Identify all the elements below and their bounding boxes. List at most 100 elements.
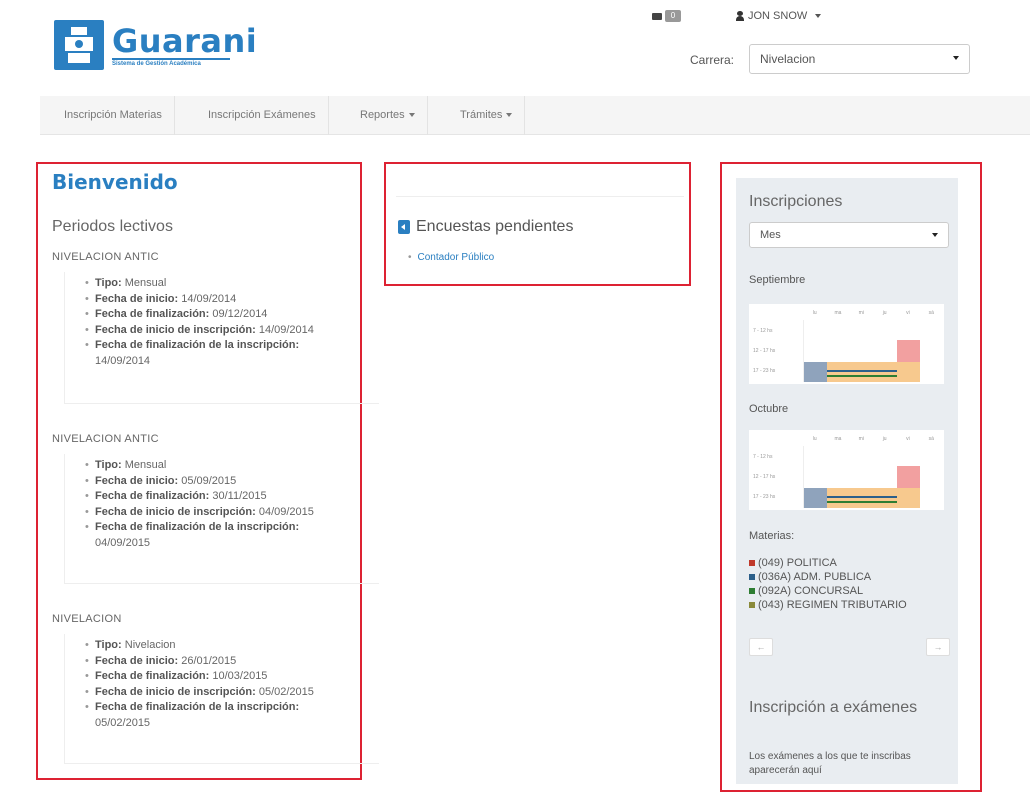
list-item: Fecha de finalización: 09/12/2014 — [85, 307, 379, 323]
materia-item: (036A) ADM. PUBLICA — [749, 570, 907, 584]
nav-tramites[interactable]: Trámites — [448, 96, 526, 135]
periodos-title: Periodos lectivos — [52, 218, 173, 235]
prev-button[interactable]: ← — [749, 638, 773, 656]
calendar-slot — [827, 496, 897, 498]
period-details: Tipo: Mensual Fecha de inicio: 14/09/201… — [64, 272, 379, 404]
calendar-days-header: lu ma mi ju vi sá — [803, 310, 943, 316]
list-item: Fecha de inicio: 26/01/2015 — [85, 654, 379, 670]
chevron-down-icon — [932, 233, 938, 237]
encuestas-panel-top-border — [396, 196, 684, 197]
next-button[interactable]: → — [926, 638, 950, 656]
user-icon — [736, 11, 744, 21]
time-slot-label: 17 - 23 hs — [753, 494, 776, 500]
color-swatch-icon — [749, 560, 755, 566]
time-slot-label: 7 - 12 hs — [753, 328, 773, 334]
examenes-text: Los exámenes a los que te inscribas apar… — [749, 751, 911, 776]
chevron-down-icon — [408, 113, 415, 118]
time-slot-label: 17 - 23 hs — [753, 368, 776, 374]
calendar-days-header: lu ma mi ju vi sá — [803, 436, 943, 442]
calendar-october: lu ma mi ju vi sá 7 - 12 hs 12 - 17 hs 1… — [749, 430, 944, 510]
calendar-slot — [827, 370, 897, 372]
logo-underline — [112, 58, 230, 60]
logo-subtitle: Sistema de Gestión Académica — [112, 61, 201, 67]
list-item: Fecha de inicio: 05/09/2015 — [85, 474, 379, 490]
encuestas-title-text: Encuestas pendientes — [416, 218, 574, 235]
period-details: Tipo: Nivelacion Fecha de inicio: 26/01/… — [64, 634, 379, 764]
color-swatch-icon — [749, 602, 755, 608]
materia-item: (043) REGIMEN TRIBUTARIO — [749, 598, 907, 612]
logo-emblem-icon — [54, 20, 104, 70]
month-name: Septiembre — [749, 274, 806, 286]
calendar-slot — [827, 375, 897, 377]
calendar-grid — [803, 320, 943, 382]
list-item: Fecha de inicio de inscripción: 14/09/20… — [85, 323, 379, 339]
materia-item: (049) POLITICA — [749, 556, 907, 570]
color-swatch-icon — [749, 588, 755, 594]
carrera-value: Nivelacion — [760, 52, 816, 66]
list-item: Fecha de finalización de la inscripción:… — [85, 700, 379, 731]
mail-button[interactable]: 0 — [652, 10, 681, 22]
day-label: mi — [858, 436, 864, 442]
list-item: Tipo: Mensual — [85, 458, 379, 474]
main-navbar: Inscripción Materias Inscripción Exámene… — [40, 96, 1030, 135]
user-menu[interactable]: JON SNOW — [736, 10, 822, 22]
envelope-icon — [652, 12, 662, 20]
mail-count-badge: 0 — [665, 10, 681, 22]
nav-inscripcion-materias[interactable]: Inscripción Materias — [52, 96, 175, 135]
nav-label: Inscripción Exámenes — [208, 109, 316, 121]
list-item: Tipo: Mensual — [85, 276, 379, 292]
day-label: lu — [812, 310, 817, 316]
day-label: ma — [834, 436, 842, 442]
materias-list: (049) POLITICA (036A) ADM. PUBLICA (092A… — [749, 556, 907, 612]
list-item: Fecha de finalización: 10/03/2015 — [85, 669, 379, 685]
day-label: lu — [812, 436, 817, 442]
period-details: Tipo: Mensual Fecha de inicio: 05/09/201… — [64, 454, 379, 584]
period-name: NIVELACION — [52, 613, 122, 625]
nav-reportes[interactable]: Reportes — [348, 96, 428, 135]
day-label: ju — [882, 436, 887, 442]
calendar-slot — [897, 362, 920, 382]
calendar-mode-value: Mes — [760, 229, 781, 241]
chevron-down-icon — [815, 14, 822, 18]
day-label: ma — [834, 310, 842, 316]
list-item: Fecha de finalización de la inscripción:… — [85, 520, 379, 551]
period-name: NIVELACION ANTIC — [52, 251, 159, 263]
materias-title: Materias: — [749, 530, 795, 542]
materia-item: (092A) CONCURSAL — [749, 584, 907, 598]
nav-label: Inscripción Materias — [64, 109, 162, 121]
calendar-slot — [827, 501, 897, 503]
day-label: mi — [858, 310, 864, 316]
examenes-title: Inscripción a exámenes — [749, 699, 918, 716]
day-label: vi — [906, 310, 910, 316]
list-item: Fecha de finalización: 30/11/2015 — [85, 489, 379, 505]
time-slot-label: 12 - 17 hs — [753, 348, 776, 354]
month-name: Octubre — [749, 403, 789, 415]
chevron-down-icon — [506, 113, 513, 118]
calendar-grid — [803, 446, 943, 508]
calendar-slot — [804, 362, 827, 382]
period-name: NIVELACION ANTIC — [52, 433, 159, 445]
list-item: Fecha de inicio de inscripción: 05/02/20… — [85, 685, 379, 701]
guarani-logo[interactable]: Guarani Sistema de Gestión Académica — [54, 16, 257, 70]
day-label: ju — [882, 310, 887, 316]
carrera-select[interactable]: Nivelacion — [749, 44, 970, 74]
calendar-mode-select[interactable]: Mes — [749, 222, 949, 248]
encuesta-link[interactable]: Contador Público — [408, 252, 495, 263]
list-item: Fecha de inicio: 14/09/2014 — [85, 292, 379, 308]
nav-inscripcion-examenes[interactable]: Inscripción Exámenes — [196, 96, 329, 135]
day-label: sá — [928, 310, 934, 316]
calendar-slot — [897, 466, 920, 488]
list-item: Tipo: Nivelacion — [85, 638, 379, 654]
encuestas-title: Encuestas pendientes — [398, 218, 573, 236]
caret-left-square-icon — [398, 220, 410, 234]
list-item: Fecha de inicio de inscripción: 04/09/20… — [85, 505, 379, 521]
inscripciones-title: Inscripciones — [749, 193, 843, 210]
calendar-slot — [827, 488, 897, 508]
calendar-slot — [827, 362, 897, 382]
list-item: Fecha de finalización de la inscripción:… — [85, 338, 379, 369]
nav-label: Reportes — [360, 109, 405, 121]
user-name: JON SNOW — [748, 10, 808, 22]
calendar-slot — [897, 340, 920, 362]
logo-title: Guarani — [112, 22, 258, 60]
welcome-title: Bienvenido — [52, 170, 178, 194]
